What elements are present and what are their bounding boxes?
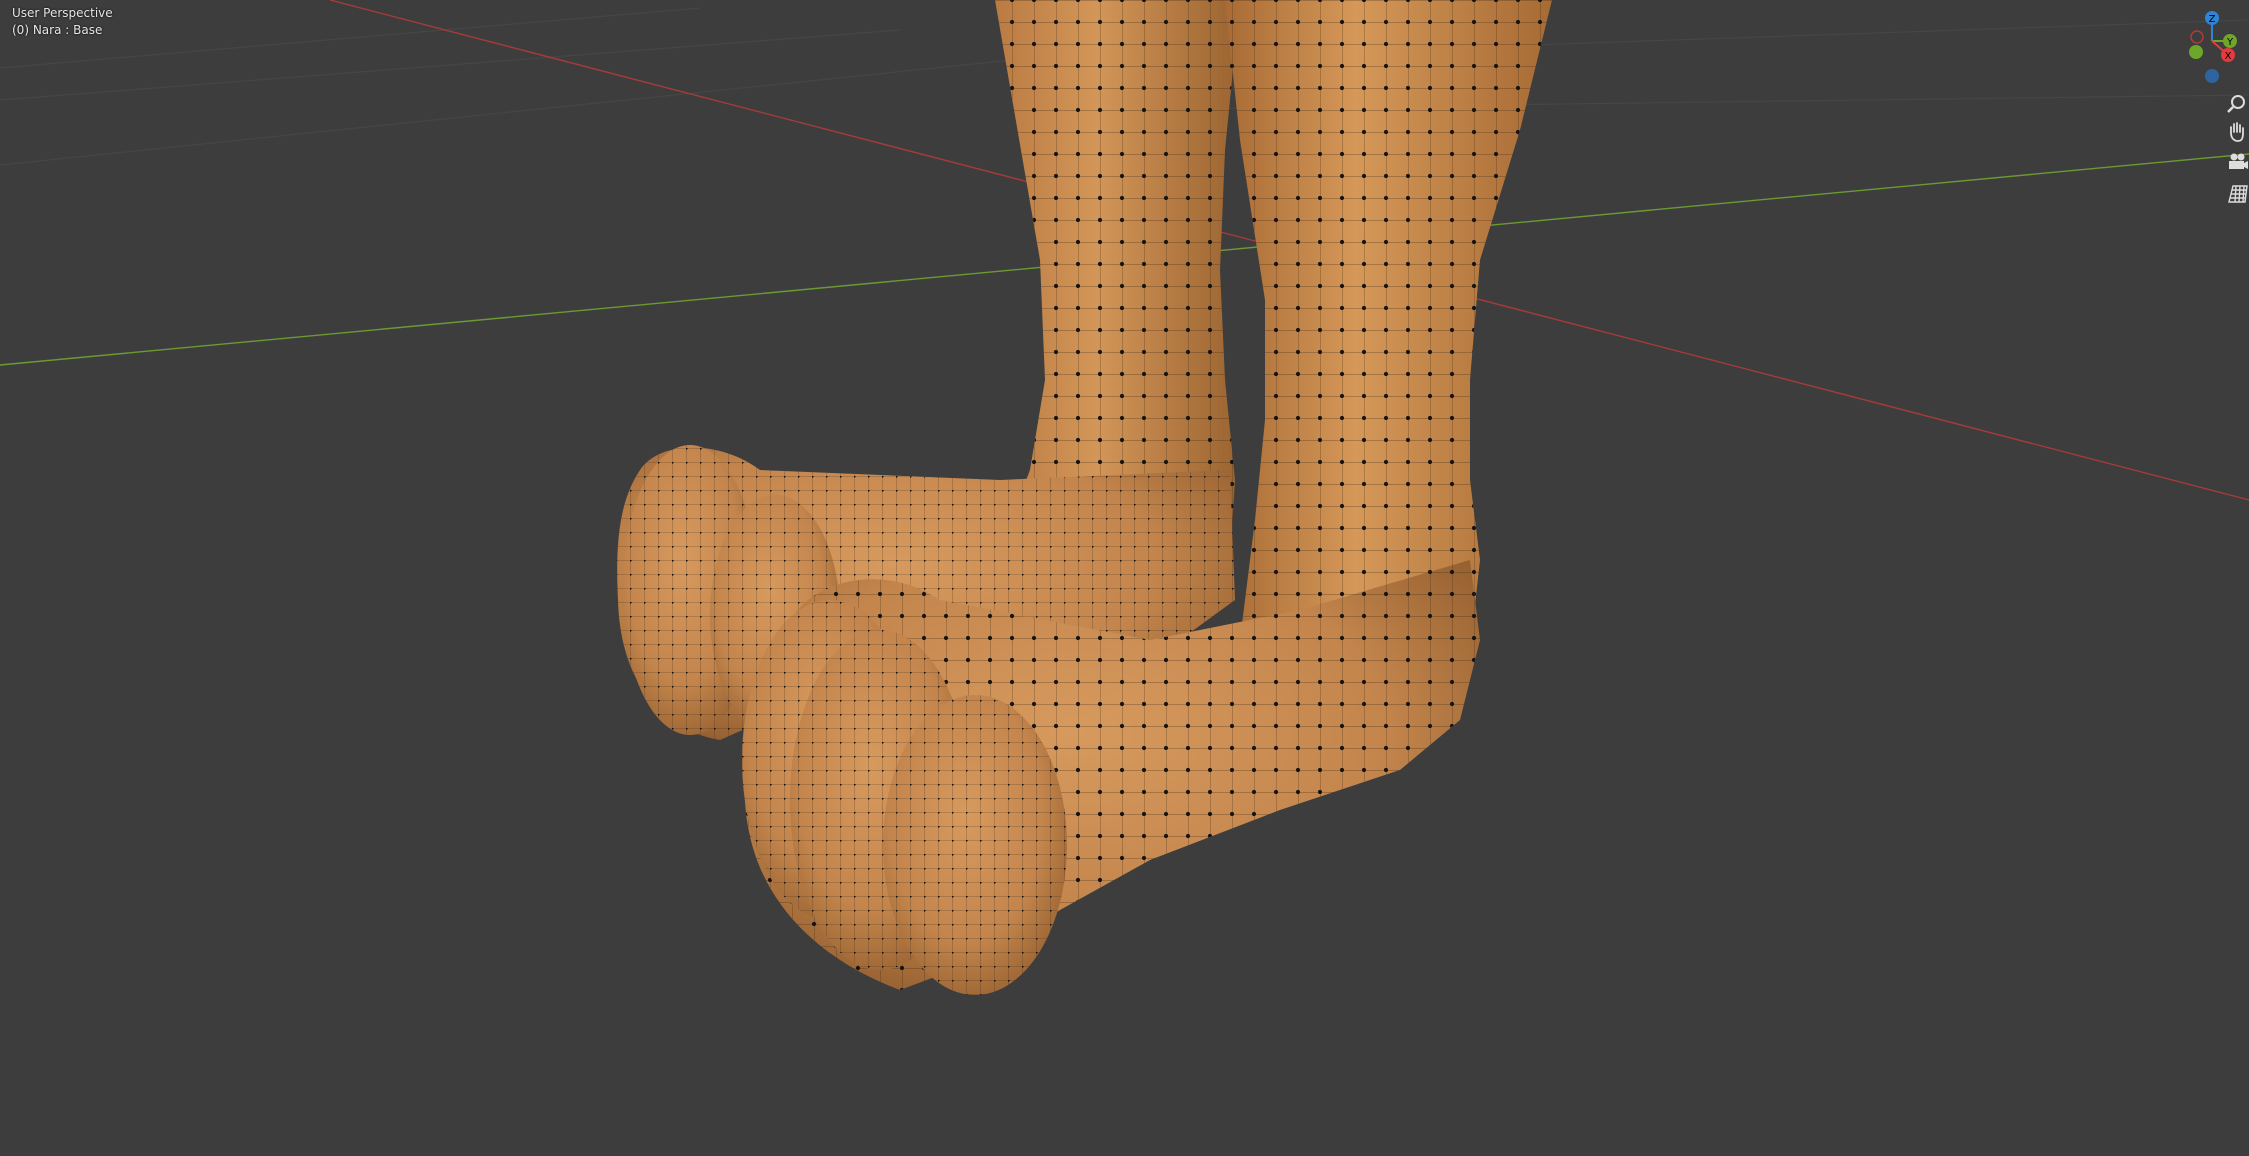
- navigation-gizmo[interactable]: Z Y X: [2168, 8, 2249, 88]
- gizmo-x-label: X: [2225, 51, 2232, 62]
- zoom-icon[interactable]: [2226, 92, 2249, 116]
- object-info-label: (0) Nara : Base: [12, 23, 103, 37]
- camera-icon[interactable]: [2226, 150, 2249, 174]
- gizmo-y-label: Y: [2226, 37, 2234, 48]
- scene-canvas[interactable]: [0, 0, 2249, 1156]
- hand-pan-icon[interactable]: [2226, 120, 2249, 144]
- grid-ortho-icon[interactable]: [2226, 182, 2249, 206]
- 3d-viewport[interactable]: User Perspective (0) Nara : Base Z Y X: [0, 0, 2249, 1156]
- gizmo-z-label: Z: [2209, 14, 2216, 25]
- view-name-label: User Perspective: [12, 6, 113, 20]
